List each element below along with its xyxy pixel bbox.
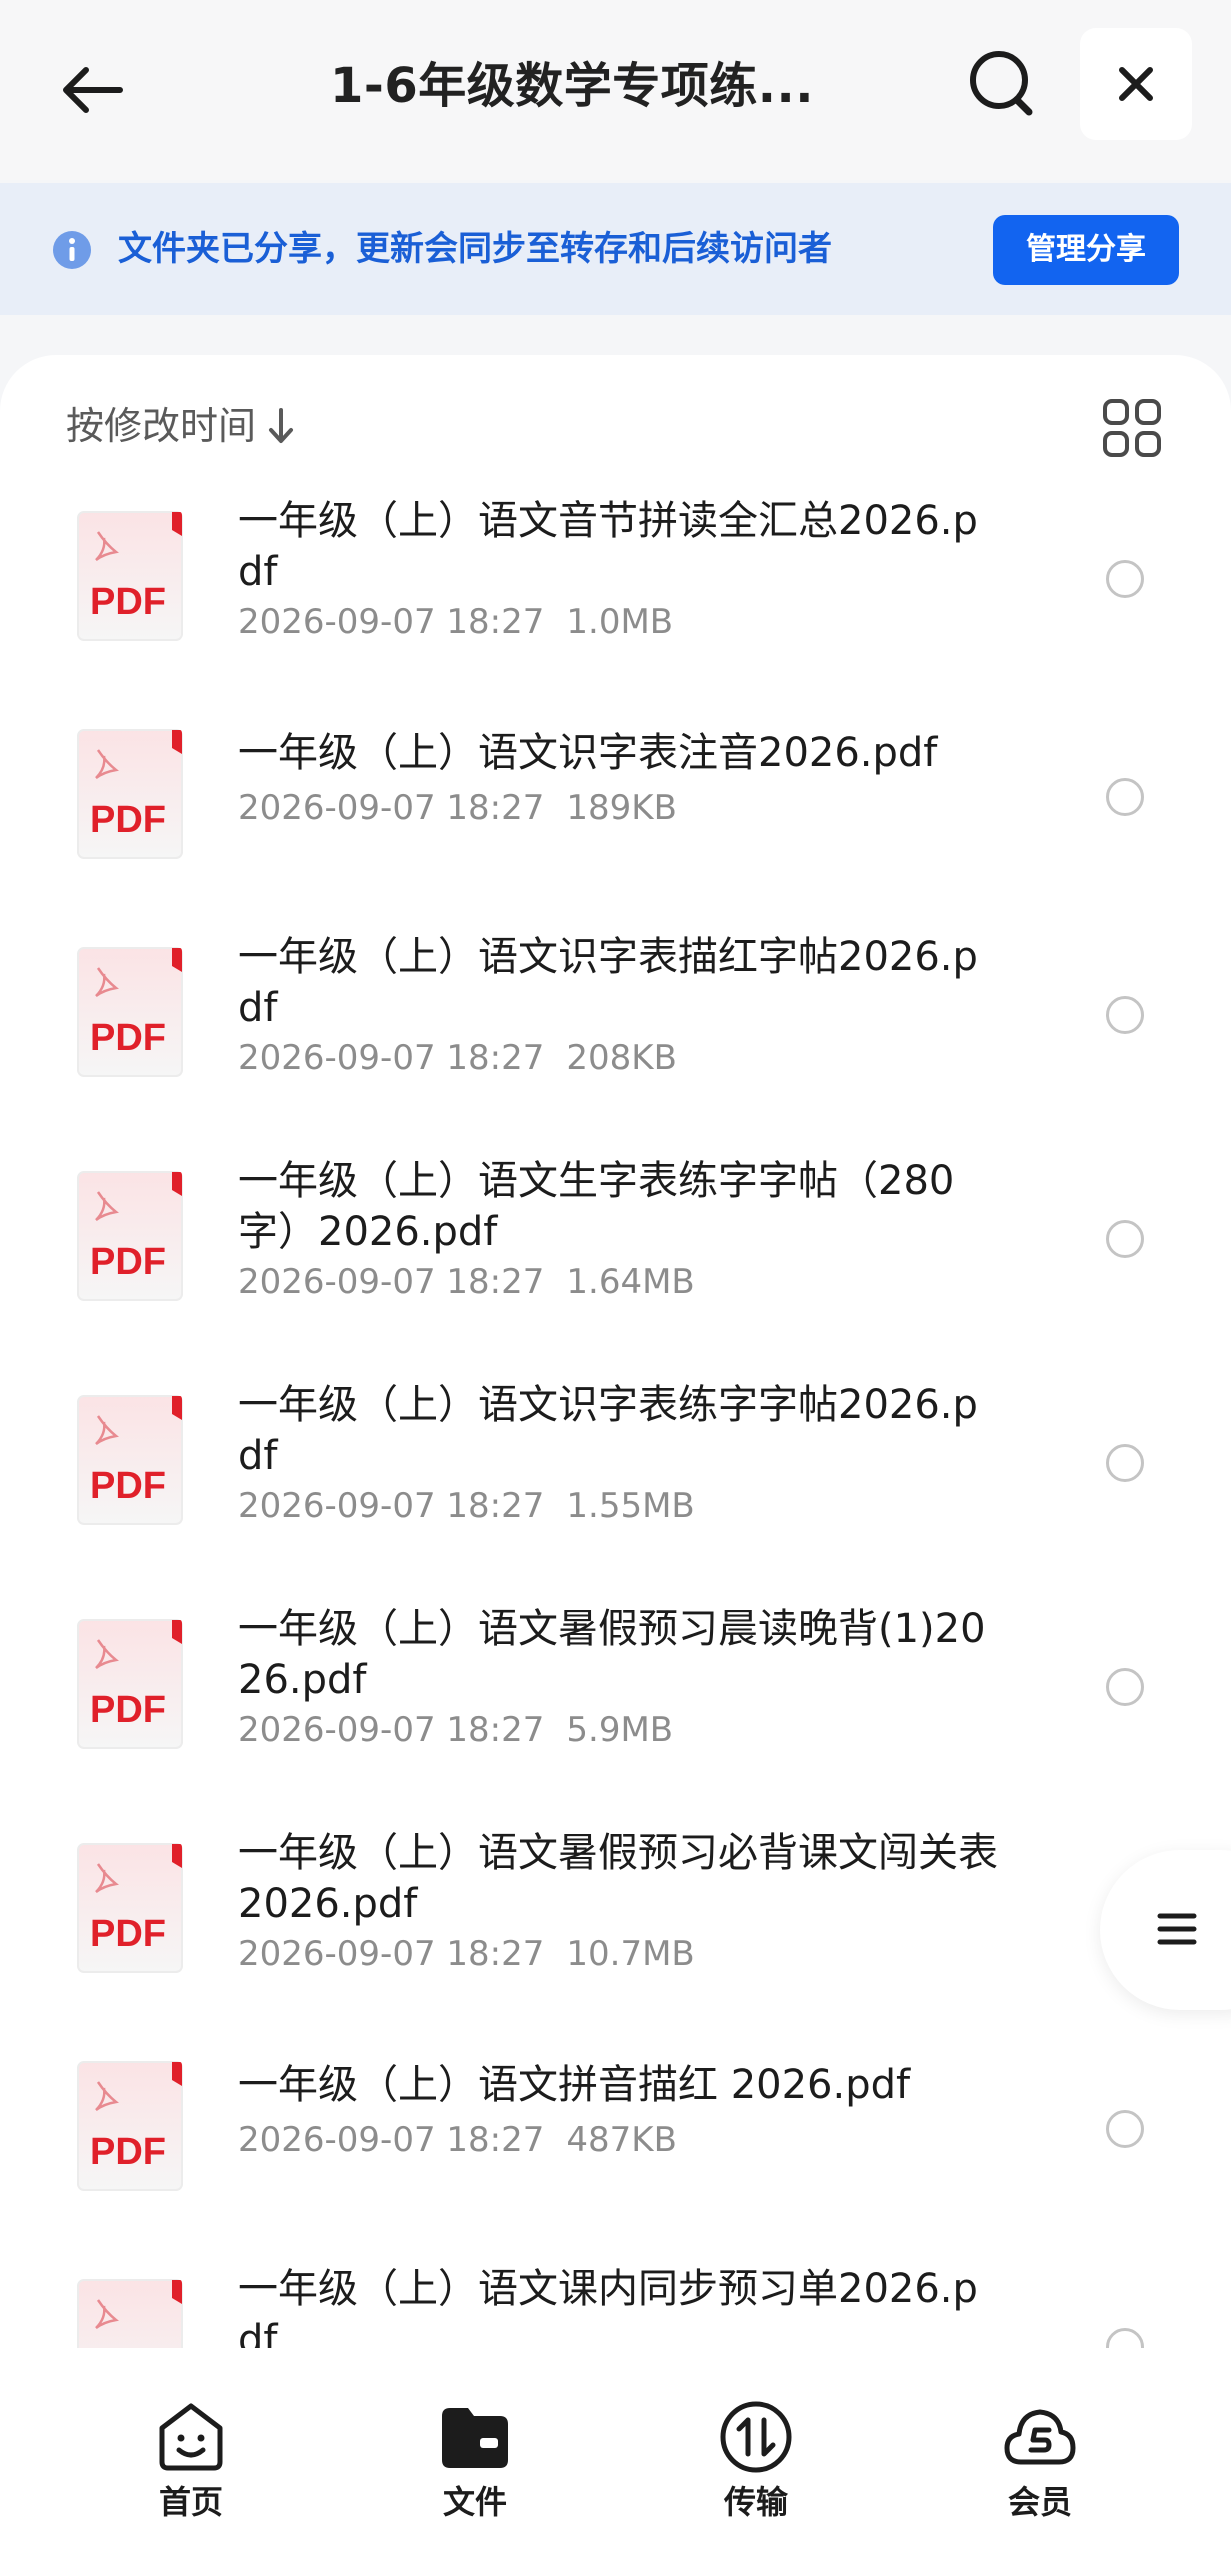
file-meta: 2026-09-07 18:27 5.9MB [238,1708,673,1752]
file-row[interactable]: PDF 一年级（上）语文识字表描红字帖2026.pdf 2026-09-07 18:… [0,916,1231,1116]
close-button[interactable] [1080,28,1192,140]
file-date: 2026-09-07 18:27 [238,1262,545,1302]
folder-icon [442,2408,508,2468]
back-arrow-icon [63,67,123,113]
file-meta: 2026-09-07 18:27 208KB [238,1036,677,1080]
file-size: 189KB [566,788,677,828]
file-date: 2026-09-07 18:27 [238,1934,545,1974]
pdf-file-icon: PDF [77,1171,183,1301]
search-button[interactable] [960,42,1044,126]
pdf-label: PDF [90,1689,166,1731]
info-icon [53,231,91,269]
file-meta: 2026-09-07 18:27 1.55MB [238,1484,695,1528]
select-checkbox[interactable] [1106,1444,1144,1482]
select-checkbox[interactable] [1106,560,1144,598]
file-name: 一年级（上）语文暑假预习必背课文闯关表2026.pdf [238,1830,998,1927]
bottom-navigation: 首页 文件 传输 会员 [0,2348,1231,2560]
page-title: 1-6年级数学专项练... [330,58,814,114]
file-row[interactable]: PDF 一年级（上）语文识字表练字字帖2026.pdf 2026-09-07 18:… [0,1364,1231,1564]
file-size: 1.55MB [566,1486,695,1526]
file-row[interactable]: PDF 一年级（上）语文识字表注音2026.pdf 2026-09-07 18:27… [0,698,1231,898]
sort-by-modified-button[interactable]: 按修改时间 [66,398,296,454]
file-date: 2026-09-07 18:27 [238,1710,545,1750]
select-checkbox[interactable] [1106,2110,1144,2148]
pdf-file-icon: PDF [77,1843,183,1973]
file-size: 1.0MB [566,602,674,642]
file-meta: 2026-09-07 18:27 1.0MB [238,600,673,644]
pdf-label: PDF [90,799,166,841]
top-bar: 1-6年级数学专项练... [0,0,1231,180]
home-smile-icon [159,2403,223,2471]
file-date: 2026-09-07 18:27 [238,1486,545,1526]
file-row[interactable]: PDF 一年级（上）语文拼音描红 2026.pdf 2026-09-07 18:27… [0,2030,1231,2230]
pdf-file-icon: PDF [77,1619,183,1749]
file-meta: 2026-09-07 18:27 10.7MB [238,1932,695,1976]
file-name: 一年级（上）语文识字表练字字帖2026.pdf [238,1382,978,1479]
back-button[interactable] [50,48,134,132]
file-meta: 2026-09-07 18:27 189KB [238,786,677,830]
file-name: 一年级（上）语文生字表练字字帖（280字）2026.pdf [238,1158,955,1255]
file-date: 2026-09-07 18:27 [238,602,545,642]
transfer-icon [720,2401,792,2473]
file-browser-screen: 1-6年级数学专项练... 文件夹已分享，更新会同步至转存和后续访问者 管理分享… [0,0,1231,2560]
menu-icon [1157,1913,1197,1945]
sort-label: 按修改时间 [66,404,257,448]
file-date: 2026-09-07 18:27 [238,1038,545,1078]
manage-share-button[interactable]: 管理分享 [993,215,1179,285]
nav-home[interactable]: 首页 [121,2398,261,2528]
select-checkbox[interactable] [1106,2328,1144,2348]
file-size: 487KB [566,2120,677,2160]
file-size: 5.9MB [566,1710,674,1750]
pdf-label: PDF [90,581,166,623]
file-name: 一年级（上）语文识字表描红字帖2026.pdf [238,934,978,1031]
share-info-text: 文件夹已分享，更新会同步至转存和后续访问者 [118,229,832,269]
nav-transfer-label: 传输 [723,2483,788,2521]
file-meta: 2026-09-07 18:27 487KB [238,2118,677,2162]
pdf-label: PDF [90,1241,166,1283]
nav-vip-label: 会员 [1007,2483,1072,2521]
file-name: 一年级（上）语文音节拼读全汇总2026.pdf [238,498,978,595]
file-row[interactable]: PDF 一年级（上）语文音节拼读全汇总2026.pdf 2026-09-07 18:… [0,480,1231,680]
pdf-file-icon: PDF [77,2061,183,2191]
cloud-vip-icon [1004,2409,1076,2465]
close-icon [1119,67,1153,101]
share-info-banner: 文件夹已分享，更新会同步至转存和后续访问者 管理分享 [0,183,1231,315]
pdf-file-icon: PDF [77,1395,183,1525]
pdf-label: PDF [90,2131,166,2173]
file-name: 一年级（上）语文课内同步预习单2026.pdf [238,2266,978,2348]
select-checkbox[interactable] [1106,778,1144,816]
nav-transfer[interactable]: 传输 [686,2398,826,2528]
select-checkbox[interactable] [1106,996,1144,1034]
file-list: PDF 一年级（上）语文音节拼读全汇总2026.pdf 2026-09-07 18:… [0,480,1231,2348]
nav-home-label: 首页 [158,2483,223,2521]
pdf-label: PDF [90,1017,166,1059]
file-meta: 2026-09-07 18:27 1.64MB [238,1260,695,1304]
nav-files[interactable]: 文件 [405,2398,545,2528]
pdf-file-icon: PDF [77,511,183,641]
grid-view-icon[interactable] [1102,398,1162,458]
file-name: 一年级（上）语文拼音描红 2026.pdf [238,2062,911,2108]
pdf-file-icon: PDF [77,947,183,1077]
nav-vip[interactable]: 会员 [970,2398,1110,2528]
file-size: 1.64MB [566,1262,695,1302]
pdf-file-icon: PDF [77,729,183,859]
nav-files-label: 文件 [442,2483,507,2521]
file-row[interactable]: PDF 一年级（上）语文课内同步预习单2026.pdf [0,2248,1231,2348]
search-icon [970,51,1033,116]
file-name: 一年级（上）语文暑假预习晨读晚背(1)2026.pdf [238,1606,986,1703]
select-checkbox[interactable] [1106,1668,1144,1706]
file-name: 一年级（上）语文识字表注音2026.pdf [238,730,938,776]
file-row[interactable]: PDF 一年级（上）语文生字表练字字帖（280字）2026.pdf 2026-09-… [0,1140,1231,1340]
select-checkbox[interactable] [1106,1220,1144,1258]
pdf-file-icon: PDF [77,2279,183,2348]
file-date: 2026-09-07 18:27 [238,788,545,828]
pdf-label: PDF [90,1465,166,1507]
pdf-label: PDF [90,1913,166,1955]
arrow-down-icon [269,408,294,443]
file-size: 10.7MB [566,1934,695,1974]
file-date: 2026-09-07 18:27 [238,2120,545,2160]
file-row[interactable]: PDF 一年级（上）语文暑假预习晨读晚背(1)2026.pdf 2026-09-07… [0,1588,1231,1788]
file-size: 208KB [566,1038,677,1078]
file-row[interactable]: PDF 一年级（上）语文暑假预习必背课文闯关表2026.pdf 2026-09-07… [0,1812,1231,2012]
